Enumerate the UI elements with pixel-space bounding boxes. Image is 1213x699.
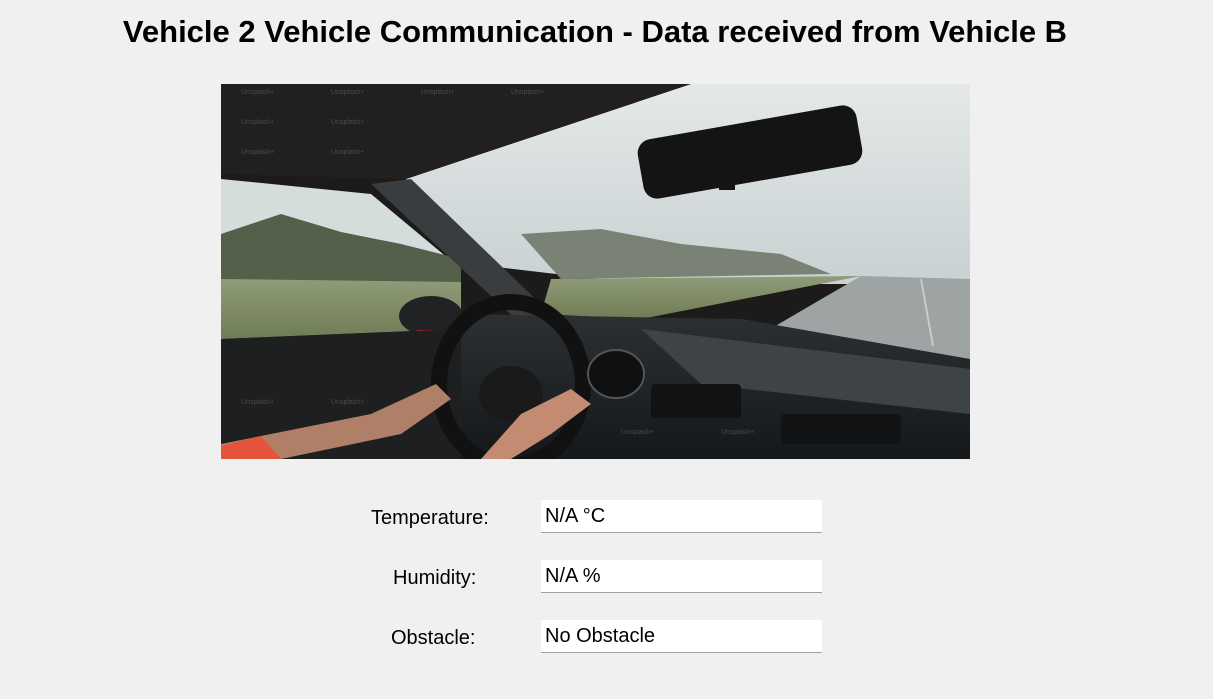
svg-text:Unsplash+: Unsplash+ (621, 429, 654, 436)
humidity-label: Humidity: (393, 567, 477, 589)
svg-text:Unsplash+: Unsplash+ (241, 399, 274, 406)
watermark-text: Unsplash+ (241, 89, 274, 96)
obstacle-label: Obstacle: (391, 627, 476, 649)
humidity-row: Humidity: N/A % (0, 560, 1213, 594)
obstacle-row: Obstacle: No Obstacle (0, 620, 1213, 654)
svg-text:Unsplash+: Unsplash+ (241, 119, 274, 126)
humidity-field[interactable]: N/A % (541, 560, 822, 593)
svg-text:Unsplash+: Unsplash+ (331, 119, 364, 126)
car-interior-photo: Unsplash+ Unsplash+ Unsplash+ Unsplash+ … (221, 84, 970, 459)
svg-text:Unsplash+: Unsplash+ (331, 149, 364, 156)
obstacle-field[interactable]: No Obstacle (541, 620, 822, 653)
temperature-label: Temperature: (371, 507, 489, 529)
svg-text:Unsplash+: Unsplash+ (331, 89, 364, 96)
temperature-field[interactable]: N/A °C (541, 500, 822, 533)
svg-text:Unsplash+: Unsplash+ (511, 89, 544, 96)
svg-text:Unsplash+: Unsplash+ (421, 89, 454, 96)
page-title: Vehicle 2 Vehicle Communication - Data r… (122, 14, 1068, 49)
app-window: Vehicle 2 Vehicle Communication - Data r… (0, 0, 1213, 699)
svg-text:Unsplash+: Unsplash+ (331, 399, 364, 406)
svg-text:Unsplash+: Unsplash+ (241, 149, 274, 156)
svg-text:Unsplash+: Unsplash+ (721, 429, 754, 436)
temperature-row: Temperature: N/A °C (0, 500, 1213, 534)
